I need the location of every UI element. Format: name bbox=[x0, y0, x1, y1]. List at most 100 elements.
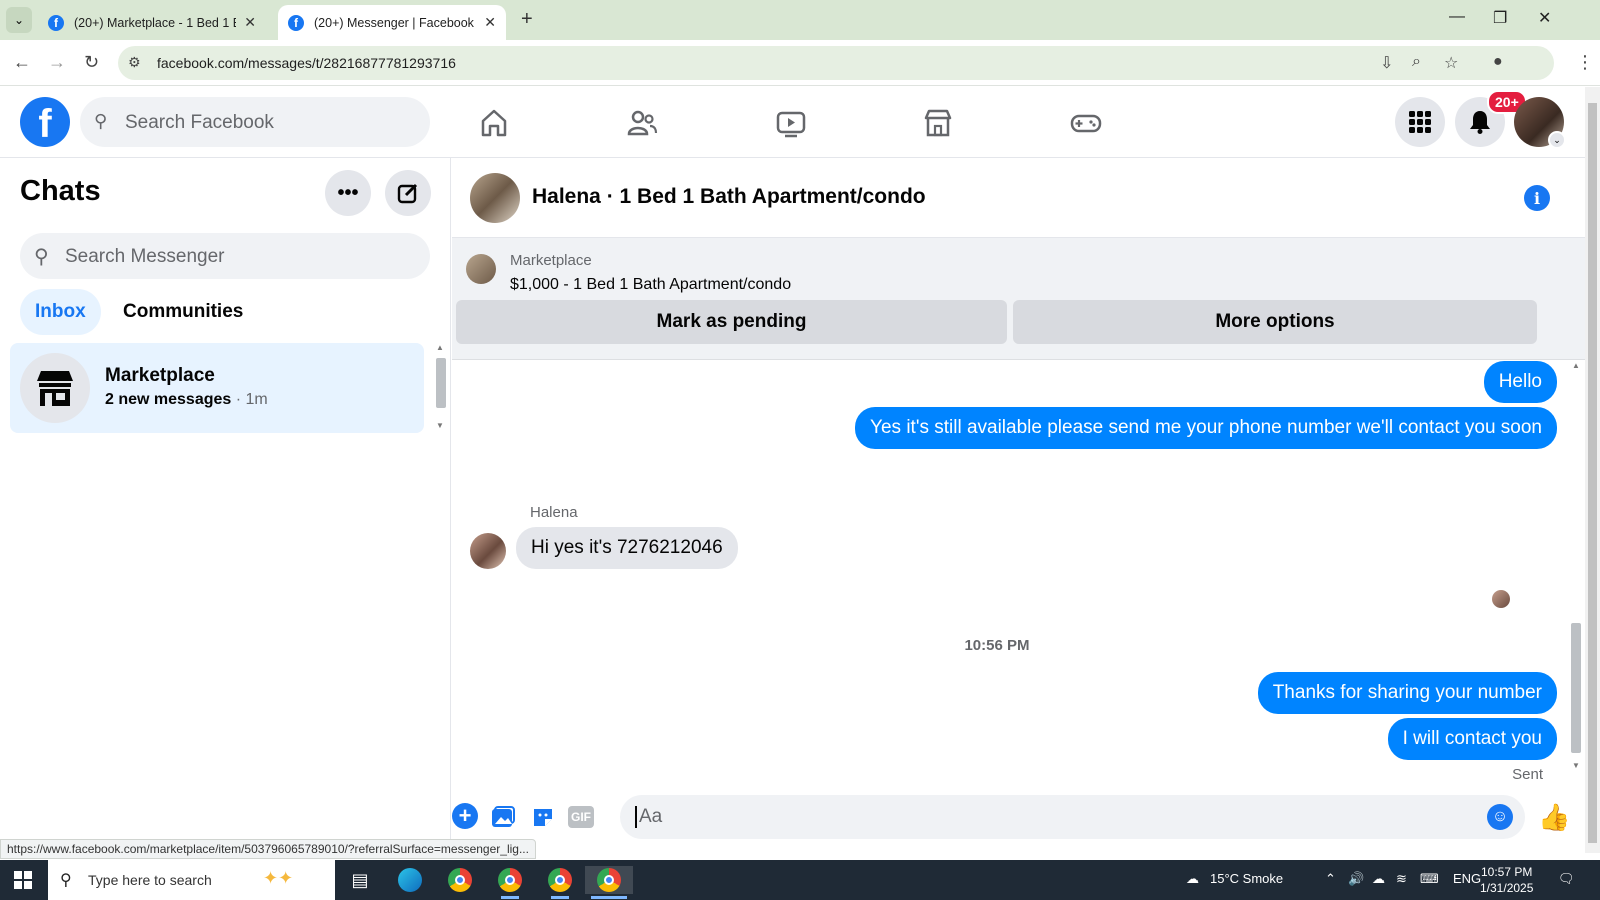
bookmark-star-icon[interactable]: ☆ bbox=[1444, 53, 1458, 73]
notification-center-icon[interactable]: 🗨 bbox=[1558, 871, 1575, 887]
browser-menu-icon[interactable]: ⋮ bbox=[1576, 52, 1594, 73]
more-options-icon[interactable]: ••• bbox=[325, 170, 371, 216]
reload-icon[interactable]: ↻ bbox=[84, 52, 99, 73]
chats-sidebar: Chats ••• ⚲ Search Messenger Inbox Commu… bbox=[0, 158, 451, 853]
tab-search-chevron-icon[interactable]: ⌄ bbox=[6, 7, 32, 33]
close-tab-icon[interactable]: ✕ bbox=[244, 14, 256, 31]
message-status: Sent bbox=[1512, 766, 1543, 783]
scrollbar-thumb[interactable] bbox=[436, 358, 446, 408]
conversation-title[interactable]: Halena · 1 Bed 1 Bath Apartment/condo bbox=[532, 185, 926, 209]
chat-list-item[interactable]: Marketplace 2 new messages · 1m bbox=[10, 343, 424, 433]
message-composer: + GIF Aa ☺ 👍 bbox=[452, 788, 1585, 848]
edge-icon[interactable] bbox=[395, 866, 425, 894]
new-message-icon[interactable] bbox=[385, 170, 431, 216]
sender-avatar[interactable] bbox=[470, 533, 506, 569]
message-bubble-incoming[interactable]: Hi yes it's 7276212046 bbox=[516, 527, 738, 569]
zoom-icon[interactable]: ⌕ bbox=[1412, 53, 1421, 71]
clock-date: 1/31/2025 bbox=[1480, 881, 1534, 895]
emoji-icon[interactable]: ☺ bbox=[1487, 804, 1513, 830]
weather-icon[interactable]: ☁ bbox=[1186, 871, 1199, 887]
scroll-down-icon[interactable]: ▼ bbox=[1572, 761, 1580, 770]
new-tab-icon[interactable]: + bbox=[521, 8, 533, 31]
chrome-profile-icon[interactable] bbox=[495, 866, 525, 899]
onedrive-icon[interactable]: ☁ bbox=[1372, 871, 1385, 887]
mark-as-pending-button[interactable]: Mark as pending bbox=[456, 300, 1007, 344]
windows-start-icon[interactable] bbox=[14, 871, 32, 889]
profile-icon[interactable]: ● bbox=[1493, 53, 1503, 71]
close-window-icon[interactable]: ✕ bbox=[1538, 8, 1551, 28]
video-icon[interactable] bbox=[771, 103, 811, 143]
message-bubble-outgoing[interactable]: Yes it's still available please send me … bbox=[855, 407, 1557, 449]
info-icon[interactable]: i bbox=[1524, 185, 1550, 211]
photo-icon[interactable] bbox=[489, 803, 517, 831]
search-highlight-icon: ✦✦ bbox=[263, 868, 294, 888]
minimize-icon[interactable]: — bbox=[1449, 8, 1465, 26]
search-icon: ⚲ bbox=[94, 111, 108, 131]
site-info-icon[interactable]: ⚙ bbox=[128, 54, 141, 71]
wifi-icon[interactable]: ≋ bbox=[1396, 871, 1407, 887]
url-field[interactable]: ⚙ facebook.com/messages/t/28216877781293… bbox=[118, 46, 1554, 80]
forward-icon[interactable]: → bbox=[48, 52, 66, 73]
close-tab-icon[interactable]: ✕ bbox=[484, 14, 496, 31]
account-avatar[interactable]: ⌄ bbox=[1514, 97, 1566, 149]
back-icon[interactable]: ← bbox=[13, 52, 31, 73]
task-view-icon[interactable]: ▤ bbox=[345, 866, 375, 894]
listing-title[interactable]: $1,000 - 1 Bed 1 Bath Apartment/condo bbox=[510, 276, 791, 294]
listing-thumbnail[interactable] bbox=[466, 254, 496, 284]
url-text: facebook.com/messages/t/2821687778129371… bbox=[157, 55, 456, 71]
facebook-search-input[interactable]: ⚲ Search Facebook bbox=[80, 97, 430, 147]
keyboard-icon[interactable]: ⌨ bbox=[1420, 871, 1439, 887]
more-options-button[interactable]: More options bbox=[1013, 300, 1537, 344]
scrollbar-thumb[interactable] bbox=[1571, 623, 1581, 753]
search-icon: ⚲ bbox=[34, 246, 49, 268]
tab-title: (20+) Messenger | Facebook bbox=[314, 15, 474, 30]
message-input[interactable]: Aa ☺ bbox=[620, 795, 1525, 839]
message-bubble-outgoing[interactable]: I will contact you bbox=[1387, 718, 1557, 760]
message-timestamp: 10:56 PM bbox=[964, 637, 1030, 654]
search-placeholder: Search Facebook bbox=[125, 112, 274, 133]
tab-messenger[interactable]: f (20+) Messenger | Facebook ✕ bbox=[278, 5, 506, 40]
tray-chevron-icon[interactable]: ⌃ bbox=[1325, 871, 1336, 887]
chat-list-scrollbar[interactable]: ▲ ▼ bbox=[434, 343, 448, 433]
friends-icon[interactable] bbox=[622, 103, 662, 143]
weather-text[interactable]: 15°C Smoke bbox=[1210, 871, 1283, 886]
chat-preview: 2 new messages · 1m bbox=[105, 391, 268, 409]
facebook-favicon-icon: f bbox=[48, 14, 64, 31]
gif-icon[interactable]: GIF bbox=[568, 806, 594, 828]
volume-icon[interactable]: 🔊 bbox=[1348, 871, 1364, 887]
taskbar-search-input[interactable]: ⚲ Type here to search ✦✦ bbox=[48, 860, 335, 900]
home-icon[interactable] bbox=[474, 103, 514, 143]
message-scrollbar[interactable]: ▲ ▼ bbox=[1569, 361, 1583, 771]
chat-name: Marketplace bbox=[105, 365, 215, 386]
menu-grid-icon[interactable] bbox=[1395, 97, 1445, 147]
chrome-profile-icon[interactable] bbox=[545, 866, 575, 899]
message-bubble-outgoing[interactable]: Thanks for sharing your number bbox=[1257, 672, 1557, 714]
chat-time: · 1m bbox=[231, 391, 268, 408]
chrome-active-icon[interactable] bbox=[585, 866, 633, 899]
tab-marketplace[interactable]: f (20+) Marketplace - 1 Bed 1 Ba ✕ bbox=[38, 5, 266, 40]
filter-inbox[interactable]: Inbox bbox=[20, 289, 101, 335]
like-thumb-icon[interactable]: 👍 bbox=[1538, 802, 1570, 833]
marketplace-icon[interactable] bbox=[918, 103, 958, 143]
scroll-up-icon[interactable]: ▲ bbox=[436, 343, 444, 352]
message-bubble-outgoing[interactable]: Hello bbox=[1483, 361, 1557, 403]
messenger-search-input[interactable]: ⚲ Search Messenger bbox=[20, 233, 430, 279]
scroll-up-icon[interactable]: ▲ bbox=[1572, 361, 1580, 370]
gaming-icon[interactable] bbox=[1066, 103, 1106, 143]
plus-icon[interactable]: + bbox=[452, 803, 478, 829]
taskbar-clock[interactable]: 10:57 PM 1/31/2025 bbox=[1480, 864, 1533, 896]
link-status-bar: https://www.facebook.com/marketplace/ite… bbox=[0, 839, 536, 859]
install-app-icon[interactable]: ⇩ bbox=[1380, 53, 1393, 73]
scrollbar-thumb[interactable] bbox=[1588, 103, 1597, 843]
chrome-icon[interactable] bbox=[445, 866, 475, 894]
language-indicator[interactable]: ENG bbox=[1453, 871, 1481, 886]
scroll-down-icon[interactable]: ▼ bbox=[436, 421, 444, 430]
read-receipt-avatar bbox=[1492, 590, 1510, 608]
page-scrollbar[interactable] bbox=[1585, 87, 1600, 853]
chat-preview-text: 2 new messages bbox=[105, 391, 232, 408]
filter-communities[interactable]: Communities bbox=[108, 289, 258, 335]
sticker-icon[interactable] bbox=[529, 803, 557, 831]
restore-icon[interactable]: ❐ bbox=[1493, 8, 1507, 28]
facebook-logo-icon[interactable]: f bbox=[20, 97, 70, 147]
conversation-avatar[interactable] bbox=[470, 173, 520, 223]
